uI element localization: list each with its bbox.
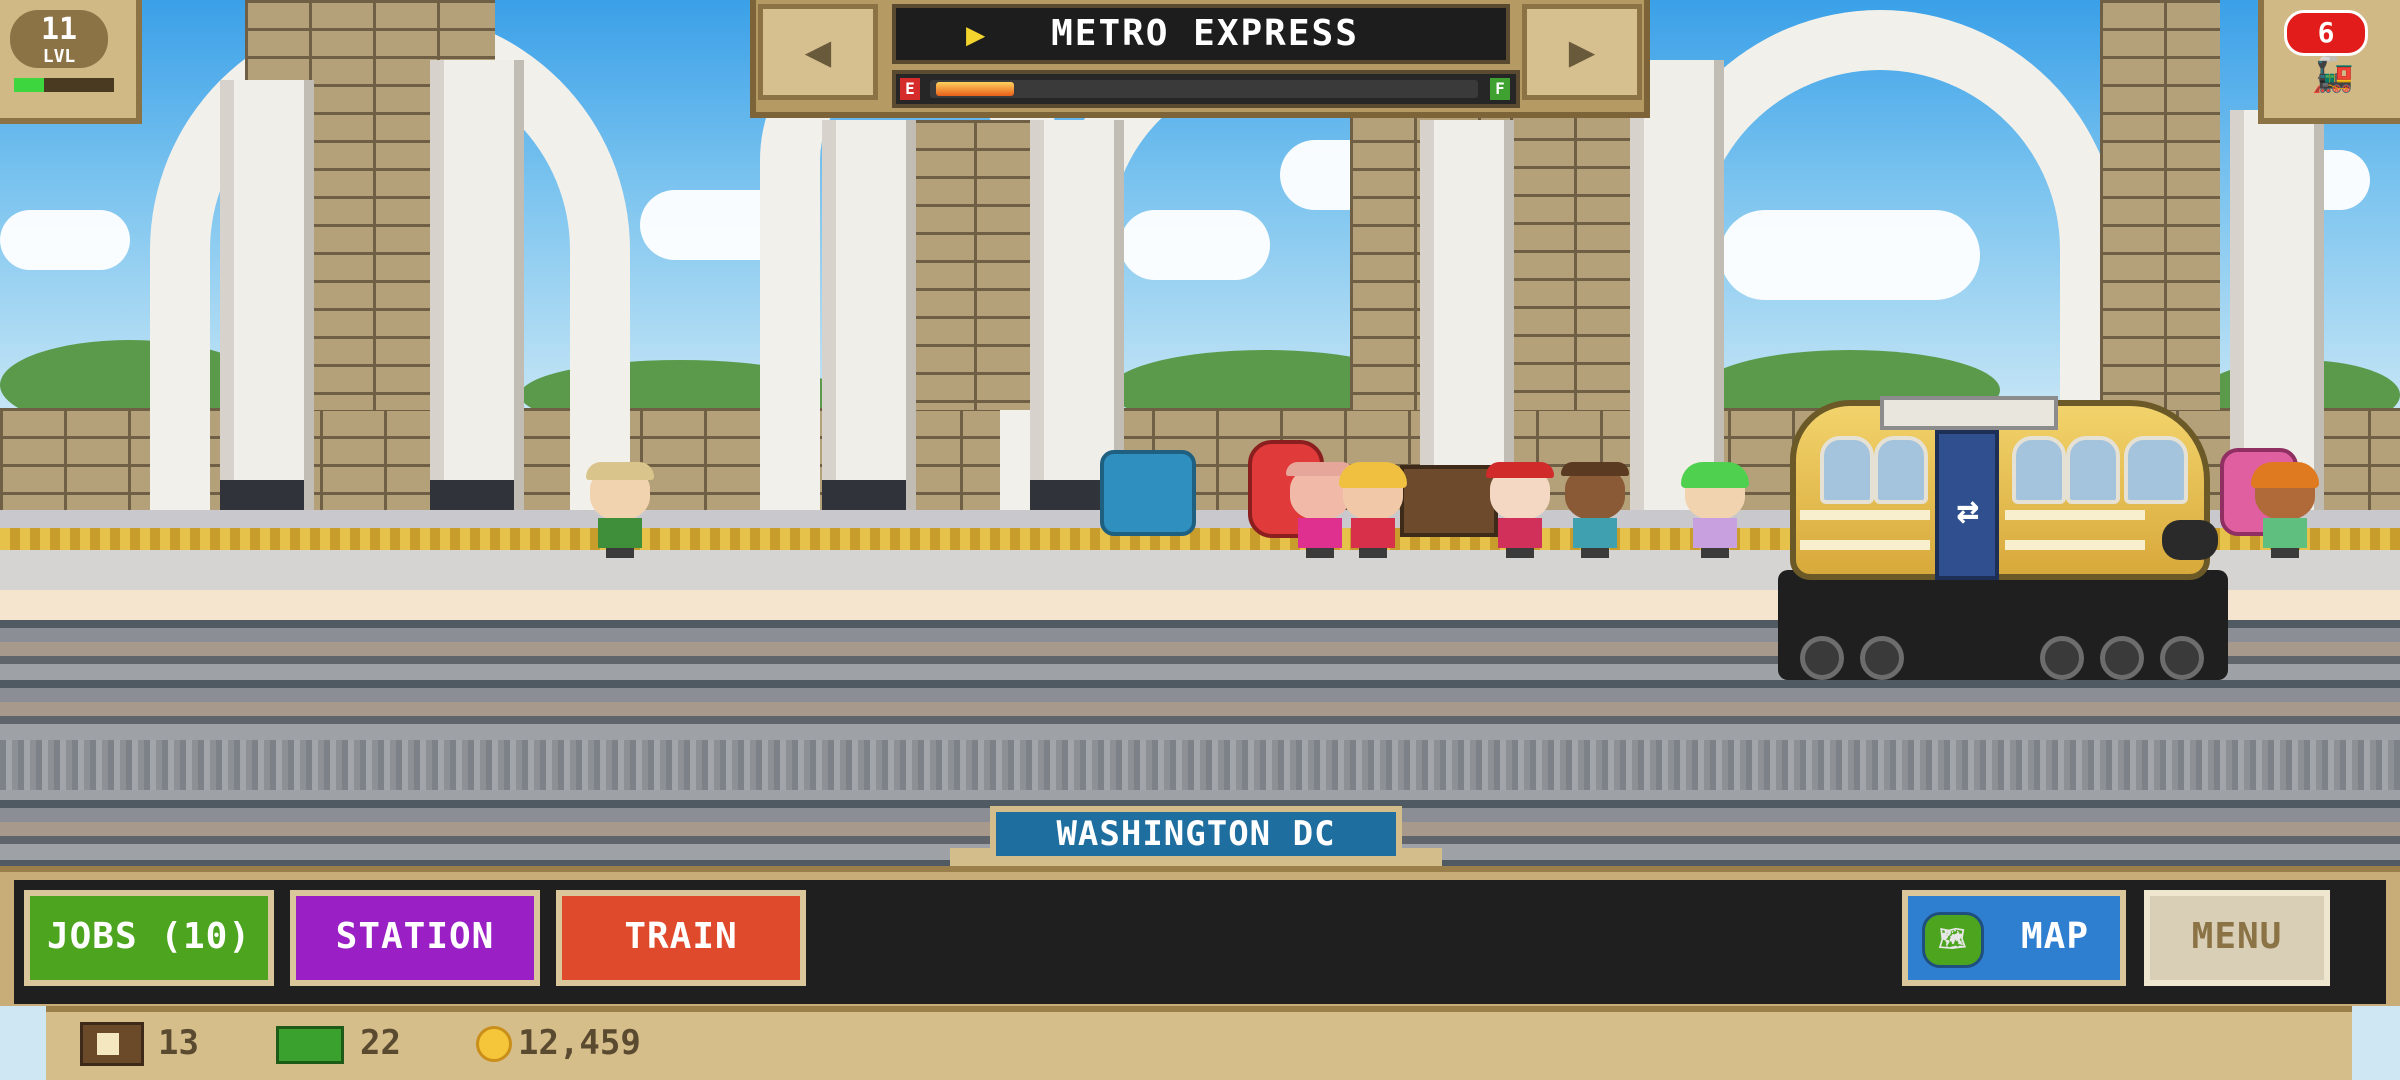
trains-badge[interactable]: 6 🚂 bbox=[2258, 0, 2400, 124]
pillar bbox=[822, 120, 916, 510]
train-button[interactable]: TRAIN bbox=[556, 890, 806, 986]
level-progress-fill bbox=[14, 78, 44, 92]
map-button[interactable]: 🗺 MAP bbox=[1902, 890, 2126, 986]
coins-count: 12,459 bbox=[518, 1023, 641, 1063]
passenger bbox=[586, 462, 654, 558]
train-window bbox=[1874, 436, 1928, 504]
crates-count: 13 bbox=[158, 1023, 199, 1063]
passenger bbox=[1681, 462, 1749, 558]
previous-train-button[interactable]: ◀ bbox=[758, 4, 878, 100]
jobs-button[interactable]: JOBS (10) bbox=[24, 890, 274, 986]
pillar-base bbox=[430, 480, 514, 510]
map-icon: 🗺 bbox=[1922, 912, 1984, 968]
coin-icon bbox=[476, 1026, 512, 1062]
passenger bbox=[1486, 462, 1554, 558]
left-arrow-icon: ◀ bbox=[804, 26, 832, 77]
train-wheel bbox=[2100, 636, 2144, 680]
passenger bbox=[2251, 462, 2319, 558]
train-window bbox=[2124, 436, 2188, 504]
pillar bbox=[430, 60, 524, 510]
next-train-button[interactable]: ▶ bbox=[1522, 4, 1642, 100]
brick-column bbox=[1510, 110, 1630, 410]
pillar-base bbox=[220, 480, 304, 510]
train-wheel bbox=[1860, 636, 1904, 680]
level-number: 11 bbox=[40, 12, 78, 47]
train-name-box: ▶ METRO EXPRESS bbox=[892, 4, 1510, 64]
menu-button[interactable]: MENU bbox=[2144, 890, 2330, 986]
luggage-suitcase bbox=[1400, 465, 1498, 537]
cash-icon bbox=[276, 1026, 344, 1064]
station-button[interactable]: STATION bbox=[290, 890, 540, 986]
train-stripe bbox=[1800, 540, 1930, 550]
level-label: LVL bbox=[42, 46, 76, 67]
train-headlights bbox=[2162, 520, 2218, 560]
train-window bbox=[1820, 436, 1874, 504]
train-window bbox=[2012, 436, 2066, 504]
track-gravel bbox=[0, 740, 2400, 790]
train-wheel bbox=[1800, 636, 1844, 680]
map-label: MAP bbox=[2020, 916, 2090, 957]
fuel-full-label: F bbox=[1490, 78, 1510, 100]
cloud bbox=[0, 210, 130, 270]
passenger bbox=[1561, 462, 1629, 558]
level-progress-track bbox=[14, 78, 114, 92]
level-badge[interactable]: 11 LVL bbox=[0, 0, 142, 124]
brick-column bbox=[2100, 0, 2220, 410]
train-wheel bbox=[2040, 636, 2084, 680]
train-stripe bbox=[2005, 510, 2145, 520]
train-name: METRO EXPRESS bbox=[1051, 13, 1359, 54]
crate-icon bbox=[80, 1022, 144, 1066]
fuel-empty-label: E bbox=[900, 78, 920, 100]
train-stripe bbox=[2005, 540, 2145, 550]
trains-count: 6 bbox=[2284, 10, 2368, 56]
rail-logo-icon: ⇄ bbox=[1956, 488, 1980, 532]
passenger bbox=[1339, 462, 1407, 558]
brick-column bbox=[910, 120, 1030, 410]
luggage-bag bbox=[1100, 450, 1196, 536]
right-arrow-icon: ▶ bbox=[1568, 26, 1596, 77]
train-roof-vent bbox=[1880, 396, 2058, 430]
pillar bbox=[1630, 60, 1724, 510]
pillar bbox=[1420, 120, 1514, 510]
fuel-fill bbox=[936, 82, 1015, 96]
station-name-sign: WASHINGTON DC bbox=[990, 806, 1402, 862]
pillar bbox=[220, 80, 314, 510]
pillar-base bbox=[822, 480, 906, 510]
train-stripe bbox=[1800, 510, 1930, 520]
crate-icon-detail bbox=[97, 1033, 119, 1055]
cash-count: 22 bbox=[360, 1023, 401, 1063]
train-wheel bbox=[2160, 636, 2204, 680]
train-icon: 🚂 bbox=[2311, 55, 2355, 95]
fuel-gauge: E F bbox=[892, 70, 1520, 108]
train-window bbox=[2066, 436, 2120, 504]
